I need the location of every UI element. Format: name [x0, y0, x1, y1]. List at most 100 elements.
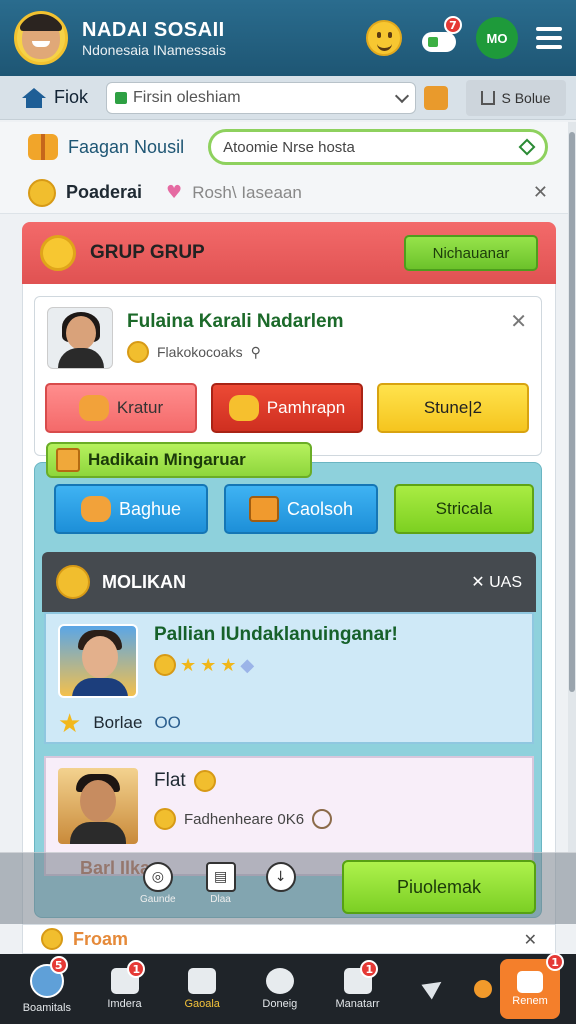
address-label: Fiok — [54, 87, 89, 107]
gift-icon — [28, 134, 58, 160]
address-bar: Fiok Firsin oleshiam S Bolue — [0, 76, 576, 120]
profile-subline: Flakokocoaks ⚲ — [127, 341, 261, 363]
home-icon[interactable] — [22, 87, 46, 108]
item-footer: ★ Borlae OO — [58, 710, 181, 736]
panel-title: MOLIKAN — [102, 571, 186, 592]
star-icon: ★ — [220, 654, 237, 676]
item-footer-label: Borlae — [93, 713, 143, 732]
info-row: Poaderai ♥ Rosh\ Iaseaan ✕ — [0, 172, 576, 214]
search-icon[interactable]: ⚲ — [251, 344, 261, 361]
edit-button[interactable]: 1 Renem — [500, 953, 565, 1019]
rating-stars: ★ ★ ★ ◆ — [154, 654, 254, 676]
nav-label: Doneig — [262, 998, 298, 1010]
info-icon[interactable] — [312, 809, 333, 829]
floating-button[interactable]: ◎ Gaunde — [140, 862, 176, 905]
nav-item-edit[interactable]: 1 Renem — [492, 953, 568, 1019]
section-title: Faagan Nousil — [68, 136, 185, 157]
nav-label: Boamitals — [22, 1002, 71, 1014]
nav-label: Gaoala — [184, 998, 220, 1010]
nav-item-send[interactable] — [396, 974, 474, 1004]
coin-icon — [41, 928, 63, 950]
nav-item-lightning[interactable]: 1 Manatarr — [319, 960, 397, 1010]
item-title: Pallian IUndaklanuinganar! — [154, 624, 398, 645]
nav-badge: 1 — [546, 953, 565, 971]
play-button[interactable]: Piuolemak — [342, 860, 536, 914]
edit-icon — [517, 971, 544, 993]
heart-icon: ♥ — [166, 182, 183, 203]
stune-button[interactable]: Stune|2 — [377, 383, 529, 433]
kratur-button[interactable]: Kratur — [45, 383, 197, 433]
pin-icon[interactable] — [518, 138, 536, 156]
header-actions: 7 MO — [366, 16, 562, 59]
profile-photo[interactable] — [47, 307, 113, 369]
search-value: Atoomie Nrse hosta — [223, 138, 355, 156]
floating-button[interactable]: ▤ Dlaa — [205, 862, 236, 905]
coin-icon — [193, 770, 216, 792]
button-label: Baghue — [118, 498, 182, 519]
profile-avatar[interactable] — [14, 11, 68, 65]
button-label: Kratur — [116, 398, 164, 417]
list-item[interactable]: Pallian IUndaklanuinganar! ★ ★ ★ ◆ ★ Bor… — [44, 612, 534, 744]
tag-icon — [56, 448, 80, 472]
info-title: Poaderai — [66, 182, 143, 202]
close-icon[interactable]: ✕ — [524, 930, 537, 949]
nav-item-refresh[interactable]: Doneig — [241, 968, 319, 1010]
nav-label: Imdera — [107, 998, 142, 1010]
coin-icon — [154, 654, 176, 676]
rewards-tab[interactable]: Hadikain Mingaruar — [46, 442, 312, 478]
panel-close-button[interactable]: ✕ UAS — [471, 572, 522, 592]
group-header: GRUP GRUP Nichauanar — [22, 222, 556, 284]
group-title: GRUP GRUP — [90, 242, 205, 263]
gem-icon: ◆ — [240, 654, 255, 676]
app-subtitle: Ndonesaia INamessais — [82, 41, 226, 58]
peek-text: Froam — [73, 928, 129, 949]
floating-label: Dlaa — [210, 894, 231, 905]
group-action-button[interactable]: Nichauanar — [404, 235, 538, 271]
share-label: S Bolue — [501, 89, 551, 106]
app-title: NADAI SOSAII — [82, 18, 225, 41]
target-icon: ◎ — [142, 862, 173, 892]
item-photo — [58, 768, 138, 844]
coin-icon — [127, 341, 149, 363]
nav-item-profile[interactable]: 5 Boamitals — [8, 956, 86, 1014]
nav-item-list[interactable]: 1 Imdera — [86, 960, 164, 1010]
scrollbar[interactable] — [568, 122, 576, 852]
hamburger-menu-icon[interactable] — [536, 27, 562, 49]
profile-card: Fulaina Karali Nadarlem Flakokocoaks ⚲ ✕… — [34, 296, 542, 456]
share-button[interactable]: S Bolue — [466, 79, 566, 116]
caolsoh-button[interactable]: Caolsoh — [224, 484, 378, 534]
baghue-button[interactable]: Baghue — [54, 484, 208, 534]
nav-item-camera[interactable]: Gaoala — [163, 968, 241, 1010]
share-icon — [481, 90, 496, 105]
chevron-down-icon[interactable] — [394, 88, 410, 103]
pamhrapn-button[interactable]: Pamhrapn — [211, 383, 363, 433]
bottom-nav: 5 Boamitals 1 Imdera Gaoala Doneig 1 Man… — [0, 953, 576, 1024]
url-text: Firsin oleshiam — [133, 88, 241, 106]
close-icon[interactable]: ✕ — [533, 182, 548, 203]
close-icon[interactable]: ✕ — [510, 309, 527, 333]
emoji-icon[interactable] — [366, 20, 402, 56]
top-header: NADAI SOSAII Ndonesaia INamessais 7 MO — [0, 0, 576, 76]
lock-icon — [115, 91, 128, 104]
nav-badge: 1 — [360, 960, 379, 978]
notification-badge: 7 — [444, 16, 462, 34]
floating-buttons: ◎ Gaunde ▤ Dlaa ↓ — [140, 862, 296, 905]
item-sub: Fadhenheare 0K6 — [184, 810, 305, 828]
box-icon — [248, 496, 279, 522]
stricala-button[interactable]: Stricala — [394, 484, 534, 534]
mo-button[interactable]: MO — [476, 17, 518, 59]
item-photo — [58, 624, 138, 698]
rewards-tab-label: Hadikain Mingaruar — [88, 450, 246, 469]
floating-button[interactable]: ↓ — [265, 862, 296, 905]
url-input[interactable]: Firsin oleshiam — [106, 81, 417, 114]
gamepad-icon[interactable]: 7 — [420, 16, 462, 56]
extension-icon[interactable] — [424, 85, 449, 110]
panel-close-label: UAS — [489, 574, 522, 591]
item-title-row: Flat — [154, 770, 216, 792]
search-input[interactable]: Atoomie Nrse hosta — [208, 129, 548, 165]
next-card-peek: Froam ✕ — [22, 924, 556, 954]
rewards-button-row: Baghue Caolsoh Stricala — [54, 484, 534, 534]
star-icon: ★ — [58, 708, 82, 738]
button-label: Pamhrapn — [266, 398, 346, 417]
floating-label: Gaunde — [140, 894, 176, 905]
